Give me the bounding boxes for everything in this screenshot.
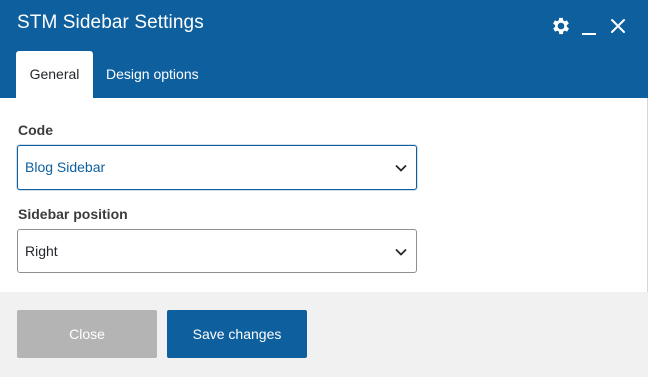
- minimize-icon[interactable]: [577, 14, 601, 38]
- save-changes-button[interactable]: Save changes: [167, 310, 307, 358]
- dialog-title: STM Sidebar Settings: [17, 12, 204, 33]
- sidebar-position-label: Sidebar position: [18, 206, 128, 222]
- tab-general[interactable]: General: [16, 51, 93, 98]
- sidebar-position-select[interactable]: Right: [17, 229, 417, 273]
- sidebar-position-value: Right: [25, 243, 58, 259]
- code-select-value: Blog Sidebar: [25, 159, 106, 175]
- close-button[interactable]: Close: [17, 310, 157, 358]
- dialog-footer: Close Save changes: [0, 292, 648, 377]
- code-select[interactable]: Blog Sidebar: [17, 145, 417, 190]
- dialog-header: STM Sidebar Settings General Design opti…: [0, 0, 648, 98]
- gear-icon[interactable]: [549, 14, 573, 38]
- tab-design-options[interactable]: Design options: [106, 51, 199, 98]
- chevron-down-icon: [395, 164, 407, 172]
- chevron-down-icon: [395, 248, 407, 256]
- dialog-body: Code Blog Sidebar Sidebar position Right: [0, 98, 648, 292]
- settings-dialog: STM Sidebar Settings General Design opti…: [0, 0, 648, 377]
- close-icon[interactable]: [606, 14, 630, 38]
- code-label: Code: [18, 122, 53, 138]
